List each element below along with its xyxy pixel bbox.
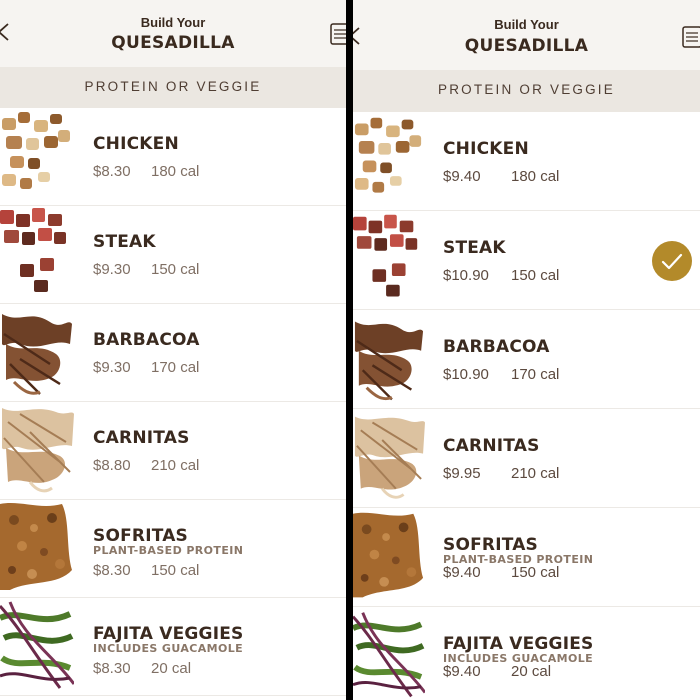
- item-description: INCLUDES GUACAMOLE: [93, 642, 244, 655]
- item-calories: 170 cal: [511, 366, 560, 383]
- steak-image: [353, 211, 425, 309]
- item-price: $10.90: [443, 366, 489, 383]
- sofritas-image: [353, 508, 425, 606]
- item-description: PLANT-BASED PROTEIN: [93, 544, 244, 557]
- barbacoa-image: [0, 304, 74, 401]
- item-meta: $8.30 20 cal: [93, 660, 191, 677]
- item-meta: $9.95 210 cal: [443, 465, 559, 482]
- item-meta: $10.90 170 cal: [443, 366, 559, 383]
- item-calories: 150 cal: [511, 267, 560, 284]
- item-carnitas[interactable]: CARNITAS $9.95 210 cal: [353, 409, 700, 508]
- section-header: PROTEIN OR VEGGIE: [353, 70, 700, 112]
- left-screen: Build Your QUESADILLA PROTEIN OR VEGGIE: [0, 0, 346, 700]
- item-price: $8.30: [93, 163, 131, 180]
- item-chicken[interactable]: CHICKEN $8.30 180 cal: [0, 108, 346, 206]
- item-meta: $8.30 150 cal: [93, 562, 199, 579]
- section-title: PROTEIN OR VEGGIE: [84, 79, 262, 94]
- header: Build Your QUESADILLA: [0, 0, 346, 67]
- item-price: $8.30: [93, 562, 131, 579]
- item-price: $10.90: [443, 267, 489, 284]
- item-name: CHICKEN: [93, 134, 179, 154]
- checkmark-icon: [661, 253, 683, 270]
- protein-list: CHICKEN $9.40 180 cal STEAK $10.90 150 c…: [353, 112, 700, 700]
- fajita-veggies-image: [353, 607, 425, 700]
- right-screen: Build Your QUESADILLA PROTEIN OR VEGGIE: [353, 0, 700, 700]
- item-calories: 180 cal: [511, 168, 560, 185]
- item-calories: 150 cal: [151, 562, 200, 579]
- item-name: FAJITA VEGGIES: [93, 624, 244, 644]
- item-steak[interactable]: STEAK $9.30 150 cal: [0, 206, 346, 304]
- item-barbacoa[interactable]: BARBACOA $9.30 170 cal: [0, 304, 346, 402]
- item-name: STEAK: [443, 238, 506, 258]
- item-sofritas[interactable]: SOFRITAS PLANT-BASED PROTEIN $9.40 150 ca…: [353, 508, 700, 607]
- item-price: $8.80: [93, 457, 131, 474]
- item-name: BARBACOA: [443, 337, 550, 357]
- section-title: PROTEIN OR VEGGIE: [438, 82, 615, 97]
- item-barbacoa[interactable]: BARBACOA $10.90 170 cal: [353, 310, 700, 409]
- item-name: CHICKEN: [443, 139, 529, 159]
- item-meta: $9.40 20 cal: [443, 663, 551, 680]
- item-meta: $8.30 180 cal: [93, 163, 199, 180]
- fajita-veggies-image: [0, 598, 74, 695]
- item-meta: $9.40 180 cal: [443, 168, 559, 185]
- item-name: SOFRITAS: [443, 535, 539, 555]
- item-calories: 150 cal: [511, 564, 560, 581]
- item-meta: $8.80 210 cal: [93, 457, 199, 474]
- item-price: $8.30: [93, 660, 131, 677]
- steak-image: [0, 206, 74, 303]
- item-name: BARBACOA: [93, 330, 200, 350]
- barbacoa-image: [353, 310, 425, 408]
- item-calories: 180 cal: [151, 163, 200, 180]
- section-header: PROTEIN OR VEGGIE: [0, 67, 346, 108]
- selected-check[interactable]: [652, 241, 692, 281]
- bag-menu-icon[interactable]: [682, 25, 700, 49]
- item-calories: 20 cal: [511, 663, 552, 680]
- item-meta: $10.90 150 cal: [443, 267, 559, 284]
- item-name: FAJITA VEGGIES: [443, 634, 594, 654]
- item-calories: 20 cal: [151, 660, 192, 677]
- item-price: $9.40: [443, 663, 481, 680]
- item-calories: 150 cal: [151, 261, 200, 278]
- item-meta: $9.30 170 cal: [93, 359, 199, 376]
- header-subtitle: Build Your: [140, 15, 206, 30]
- chicken-image: [0, 108, 74, 205]
- item-name: CARNITAS: [443, 436, 540, 456]
- item-price: $9.40: [443, 564, 481, 581]
- bag-menu-icon[interactable]: [330, 22, 346, 46]
- item-steak[interactable]: STEAK $10.90 150 cal: [353, 211, 700, 310]
- item-calories: 170 cal: [151, 359, 200, 376]
- item-meta: $9.40 150 cal: [443, 564, 559, 581]
- item-carnitas[interactable]: CARNITAS $8.80 210 cal: [0, 402, 346, 500]
- item-price: $9.40: [443, 168, 481, 185]
- carnitas-image: [353, 409, 425, 507]
- page-title: QUESADILLA: [111, 33, 235, 53]
- item-price: $9.30: [93, 359, 131, 376]
- item-price: $9.95: [443, 465, 481, 482]
- page-title: QUESADILLA: [464, 36, 589, 56]
- item-name: STEAK: [93, 232, 156, 252]
- carnitas-image: [0, 402, 74, 499]
- protein-list: CHICKEN $8.30 180 cal STEAK $9.30 150 ca…: [0, 108, 346, 696]
- item-name: CARNITAS: [93, 428, 190, 448]
- header: Build Your QUESADILLA: [353, 0, 700, 70]
- item-fajita-veggies[interactable]: FAJITA VEGGIES INCLUDES GUACAMOLE $8.30 2…: [0, 598, 346, 696]
- item-fajita-veggies[interactable]: FAJITA VEGGIES INCLUDES GUACAMOLE $9.40 2…: [353, 607, 700, 700]
- sofritas-image: [0, 500, 74, 597]
- item-name: SOFRITAS: [93, 526, 189, 546]
- item-meta: $9.30 150 cal: [93, 261, 199, 278]
- header-subtitle: Build Your: [494, 17, 559, 32]
- item-calories: 210 cal: [511, 465, 560, 482]
- item-chicken[interactable]: CHICKEN $9.40 180 cal: [353, 112, 700, 211]
- item-calories: 210 cal: [151, 457, 200, 474]
- item-price: $9.30: [93, 261, 131, 278]
- item-sofritas[interactable]: SOFRITAS PLANT-BASED PROTEIN $8.30 150 ca…: [0, 500, 346, 598]
- chicken-image: [353, 112, 425, 210]
